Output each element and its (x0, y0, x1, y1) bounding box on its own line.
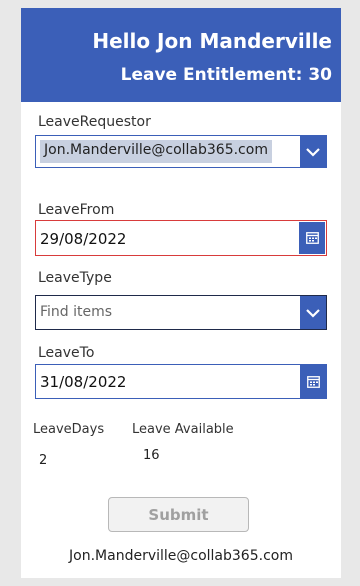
calendar-icon[interactable] (299, 222, 325, 254)
leave-to-date-picker[interactable]: 31/08/2022 (35, 364, 327, 399)
leave-available-value: 16 (143, 448, 160, 463)
leave-type-label: LeaveType (38, 270, 112, 286)
chevron-down-icon[interactable] (300, 296, 326, 329)
leave-from-value[interactable]: 29/08/2022 (40, 230, 126, 248)
selected-requestor-chip[interactable]: Jon.Manderville@collab365.com (40, 140, 272, 163)
calendar-icon[interactable] (300, 365, 326, 398)
leave-from-label: LeaveFrom (38, 202, 115, 218)
leave-request-form: Hello Jon Manderville Leave Entitlement:… (21, 8, 341, 578)
leave-to-label: LeaveTo (38, 345, 95, 361)
submit-button[interactable]: Submit (108, 497, 249, 532)
leave-days-value: 2 (39, 453, 48, 468)
leave-from-date-picker[interactable]: 29/08/2022 (35, 220, 327, 256)
leave-to-value[interactable]: 31/08/2022 (40, 373, 126, 391)
leave-type-combobox[interactable]: Find items (35, 295, 327, 330)
header-banner: Hello Jon Manderville Leave Entitlement:… (21, 8, 341, 102)
leave-type-search-placeholder[interactable]: Find items (40, 304, 112, 320)
leave-available-label: Leave Available (132, 422, 234, 437)
leave-requestor-combobox[interactable]: Jon.Manderville@collab365.com (35, 135, 327, 168)
leave-entitlement-text: Leave Entitlement: 30 (120, 65, 332, 85)
greeting-text: Hello Jon Manderville (92, 29, 332, 53)
chevron-down-icon[interactable] (300, 136, 326, 167)
leave-days-label: LeaveDays (33, 422, 105, 437)
leave-requestor-label: LeaveRequestor (38, 114, 151, 130)
current-user-email: Jon.Manderville@collab365.com (69, 548, 293, 564)
